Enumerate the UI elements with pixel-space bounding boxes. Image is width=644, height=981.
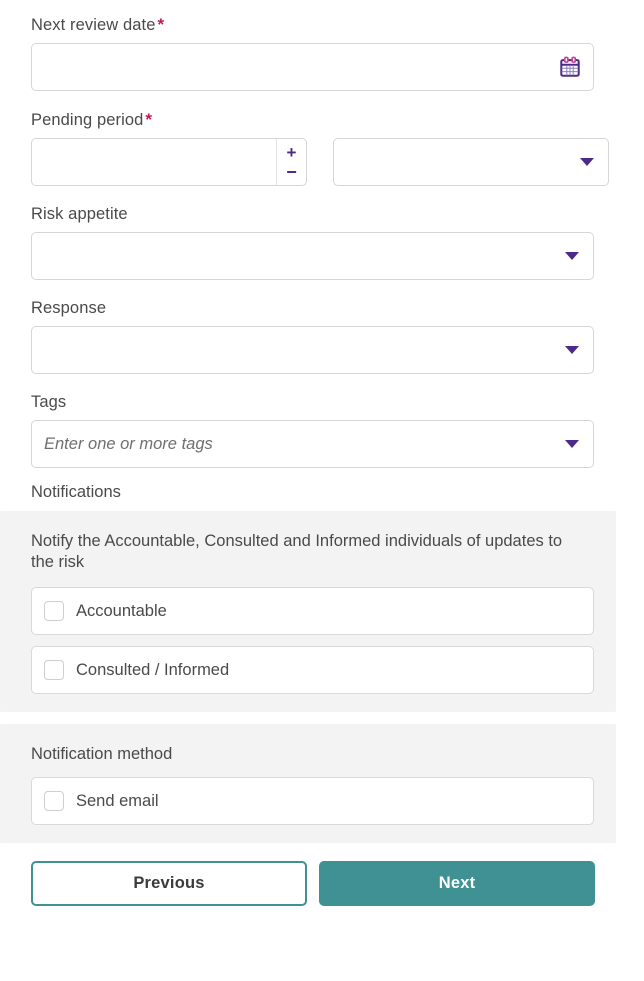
label-risk-appetite: Risk appetite (0, 204, 644, 232)
pending-period-amount-stepper[interactable]: + − (31, 138, 307, 186)
calendar-icon[interactable] (559, 56, 581, 78)
label-pending-period-text: Pending period (31, 111, 144, 129)
checkbox-label-accountable: Accountable (76, 602, 167, 620)
field-next-review-date: Next review date * (0, 0, 644, 91)
chevron-down-icon[interactable] (565, 346, 579, 354)
checkbox-accountable[interactable] (44, 601, 64, 621)
stepper-buttons: + − (276, 139, 306, 185)
notifications-panel: Notify the Accountable, Consulted and In… (0, 511, 616, 712)
checkbox-consulted-informed[interactable] (44, 660, 64, 680)
checkbox-label-send-email: Send email (76, 792, 159, 810)
notification-method-panel: Notification method Send email (0, 724, 616, 843)
notifications-panel-title: Notify the Accountable, Consulted and In… (31, 532, 563, 571)
label-next-review-date-text: Next review date (31, 16, 156, 34)
field-risk-appetite: Risk appetite (0, 204, 644, 280)
pending-period-unit-select[interactable] (333, 138, 609, 186)
pending-period-unit-value (334, 139, 346, 157)
notifications-heading: Notifications (31, 483, 121, 501)
label-response: Response (0, 298, 644, 326)
field-tags: Tags Enter one or more tags (0, 392, 644, 468)
response-select[interactable] (31, 326, 594, 374)
checkbox-row-accountable[interactable]: Accountable (31, 587, 594, 635)
stepper-decrement-button[interactable]: − (286, 163, 297, 181)
field-pending-period: Pending period * + − (0, 109, 644, 186)
label-risk-appetite-text: Risk appetite (31, 205, 128, 223)
tags-input[interactable]: Enter one or more tags (31, 420, 594, 468)
checkbox-row-send-email[interactable]: Send email (31, 777, 594, 825)
tags-placeholder: Enter one or more tags (44, 434, 213, 453)
required-indicator: * (157, 15, 165, 34)
label-pending-period: Pending period * (0, 109, 644, 138)
pending-period-row: + − (31, 138, 644, 186)
wizard-button-row: Previous Next (31, 861, 644, 906)
pending-period-amount-input[interactable] (32, 139, 276, 185)
label-tags: Tags (0, 392, 644, 420)
field-response: Response (0, 298, 644, 374)
form-page: Next review date * Pending period * + − … (0, 0, 644, 981)
checkbox-label-consulted-informed: Consulted / Informed (76, 661, 230, 679)
label-response-text: Response (31, 299, 107, 317)
previous-button[interactable]: Previous (31, 861, 307, 906)
checkbox-send-email[interactable] (44, 791, 64, 811)
chevron-down-icon[interactable] (565, 252, 579, 260)
stepper-increment-button[interactable]: + (287, 144, 297, 161)
next-review-date-input[interactable] (31, 43, 594, 91)
notification-method-title: Notification method (31, 745, 173, 763)
chevron-down-icon[interactable] (580, 158, 594, 166)
checkbox-row-consulted-informed[interactable]: Consulted / Informed (31, 646, 594, 694)
chevron-down-icon[interactable] (565, 440, 579, 448)
label-tags-text: Tags (31, 393, 67, 411)
next-button[interactable]: Next (319, 861, 595, 906)
risk-appetite-select[interactable] (31, 232, 594, 280)
required-indicator: * (145, 110, 153, 129)
label-next-review-date: Next review date * (0, 14, 644, 43)
